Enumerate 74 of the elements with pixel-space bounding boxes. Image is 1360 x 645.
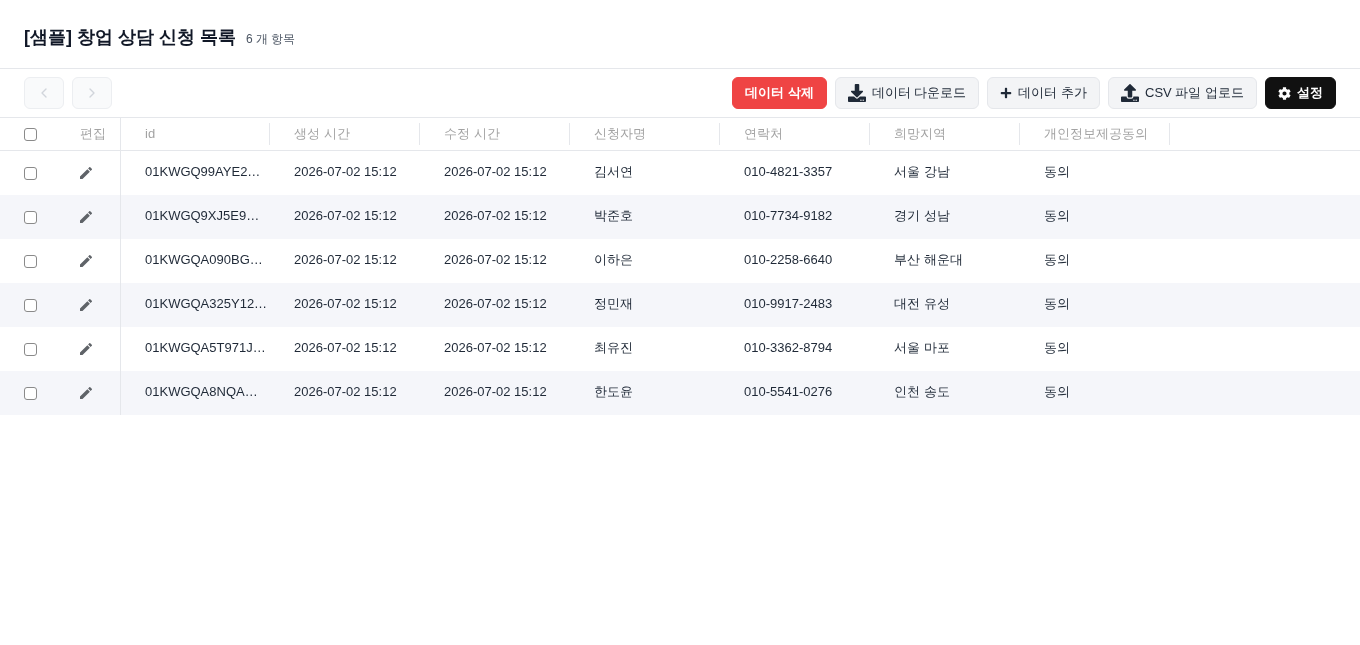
- table-cell-text: 동의: [1043, 384, 1070, 399]
- action-button[interactable]: 데이터 추가: [987, 77, 1101, 109]
- table-cell-text: 동의: [1043, 340, 1070, 355]
- table-cell-text: 2026-07-02 15:12: [293, 340, 397, 355]
- table-cell-text: 01KWGQA325Y12…: [144, 296, 268, 311]
- table-cell-text: 최유진: [593, 340, 633, 355]
- table-cell-text: 2026-07-02 15:12: [443, 296, 547, 311]
- table-cell-text: 010-3362-8794: [743, 340, 833, 355]
- table-cell-text: 서울 마포: [893, 340, 950, 355]
- table-cell-text: 010-4821-3357: [743, 164, 833, 179]
- table-cell-text: 2026-07-02 15:12: [293, 208, 397, 223]
- upload-icon: [1121, 84, 1140, 102]
- checkbox[interactable]: [24, 210, 37, 224]
- table-cell-text: 2026-07-02 15:12: [293, 296, 397, 311]
- item-count: 6 개 항목: [246, 30, 296, 48]
- pencil-icon[interactable]: [80, 211, 92, 223]
- gear-icon: [1278, 86, 1291, 100]
- table-cell-text: 010-5541-0276: [743, 384, 833, 399]
- column-header: 희망지역: [893, 125, 946, 144]
- table-cell-text: 한도윤: [593, 384, 633, 399]
- column-header: 수정 시간: [443, 125, 500, 144]
- table-cell-text: 경기 성남: [893, 208, 950, 223]
- action-button[interactable]: 데이터 삭제: [732, 77, 827, 109]
- table-cell-text: 정민재: [593, 296, 633, 311]
- table-cell-text: 2026-07-02 15:12: [443, 384, 547, 399]
- pencil-icon[interactable]: [80, 343, 92, 355]
- column-header: 연락처: [743, 125, 783, 144]
- table-cell-text: 동의: [1043, 164, 1070, 179]
- table-cell-text: 2026-07-02 15:12: [443, 252, 547, 267]
- table-cell-text: 010-7734-9182: [743, 208, 833, 223]
- table-cell-text: 2026-07-02 15:12: [293, 252, 397, 267]
- pencil-icon[interactable]: [80, 299, 92, 311]
- checkbox[interactable]: [24, 386, 37, 400]
- table-cell-text: 2026-07-02 15:12: [443, 164, 547, 179]
- column-header: 개인정보제공동의: [1043, 125, 1148, 144]
- table-cell-text: 박준호: [593, 208, 633, 223]
- table-cell-text: 동의: [1043, 252, 1070, 267]
- checkbox[interactable]: [24, 254, 37, 268]
- pencil-icon[interactable]: [80, 387, 92, 399]
- table-cell-text: 2026-07-02 15:12: [293, 384, 397, 399]
- table-cell-text: 01KWGQ99AYE2…: [144, 164, 261, 179]
- column-header: id: [144, 125, 156, 144]
- plus-icon: [1000, 87, 1013, 99]
- table-cell-text: 01KWGQA090BG…: [144, 252, 263, 267]
- table-cell-text: 서울 강남: [893, 164, 950, 179]
- table-cell-text: 2026-07-02 15:12: [443, 208, 547, 223]
- action-button[interactable]: CSV 파일 업로드: [1108, 77, 1257, 109]
- table-cell-text: 2026-07-02 15:12: [293, 164, 397, 179]
- checkbox[interactable]: [24, 342, 37, 356]
- action-button[interactable]: 데이터 다운로드: [834, 77, 980, 109]
- table-cell-text: 부산 해운대: [893, 252, 963, 267]
- table-cell-text: 인천 송도: [893, 384, 950, 399]
- pencil-icon[interactable]: [80, 255, 92, 267]
- table-cell-text: 2026-07-02 15:12: [443, 340, 547, 355]
- table-cell-text: 이하은: [593, 252, 633, 267]
- table-cell-text: 010-2258-6640: [743, 252, 833, 267]
- download-icon: [847, 84, 866, 102]
- column-header: 생성 시간: [293, 125, 350, 144]
- pencil-icon[interactable]: [80, 167, 92, 179]
- checkbox[interactable]: [24, 298, 37, 312]
- column-header: 편집: [80, 125, 106, 144]
- checkbox[interactable]: [24, 127, 37, 141]
- page-title: [샘플] 창업 상담 신청 목록: [24, 25, 236, 49]
- table-cell-text: 대전 유성: [893, 296, 950, 311]
- table-cell-text: 010-9917-2483: [743, 296, 833, 311]
- column-header: 신청자명: [593, 125, 646, 144]
- table-cell-text: 01KWGQA8NQA…: [144, 384, 258, 399]
- action-button[interactable]: 설정: [1265, 77, 1336, 109]
- table-cell-text: 동의: [1043, 296, 1070, 311]
- table-cell-text: 01KWGQA5T971J…: [144, 340, 266, 355]
- table-cell-text: 01KWGQ9XJ5E9…: [144, 208, 260, 223]
- table-cell-text: 김서연: [593, 164, 633, 179]
- checkbox[interactable]: [24, 166, 37, 180]
- table-cell-text: 동의: [1043, 208, 1070, 223]
